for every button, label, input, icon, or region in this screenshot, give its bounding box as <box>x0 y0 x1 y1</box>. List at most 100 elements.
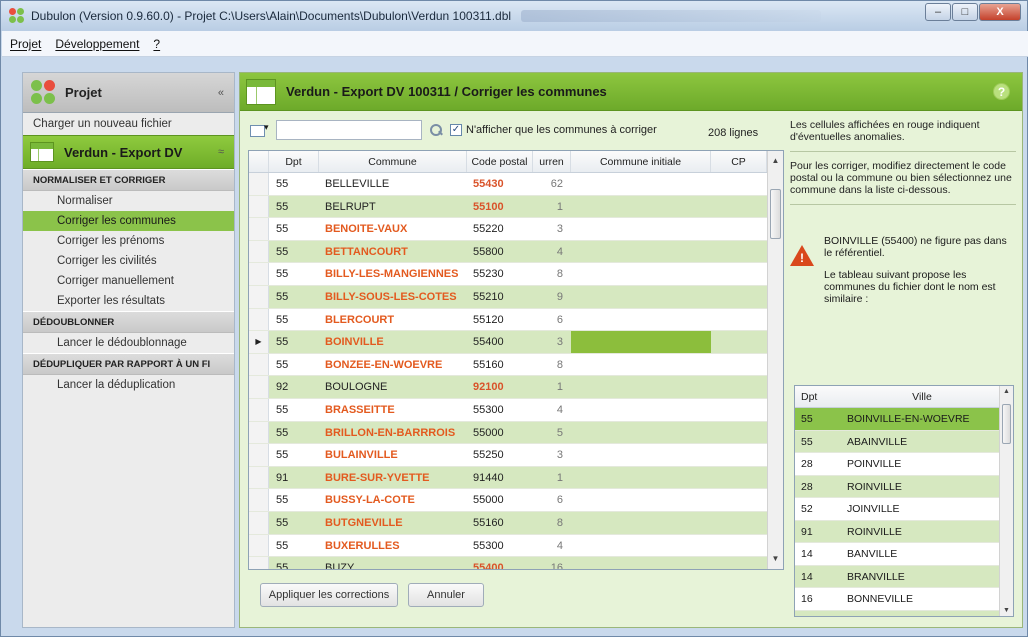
cell-cp[interactable] <box>711 173 767 195</box>
cell-occurrences[interactable]: 3 <box>533 444 571 466</box>
cell-commune-initiale[interactable] <box>571 399 711 421</box>
cell-code-postal[interactable]: 55000 <box>467 489 533 511</box>
cell-dpt[interactable]: 92 <box>269 376 319 398</box>
cell-cp[interactable] <box>711 286 767 308</box>
cell-occurrences[interactable]: 8 <box>533 512 571 534</box>
cell-code-postal[interactable]: 55800 <box>467 241 533 263</box>
cell-commune-initiale[interactable] <box>571 309 711 331</box>
cell-occurrences[interactable]: 1 <box>533 467 571 489</box>
cell-code-postal[interactable]: 55220 <box>467 218 533 240</box>
cell-dpt[interactable]: 55 <box>269 489 319 511</box>
cell-cp[interactable] <box>711 535 767 557</box>
list-item[interactable]: 14 BANVILLE <box>795 543 1013 566</box>
cell-commune[interactable]: BETTANCOURT <box>319 241 467 263</box>
apply-corrections-button[interactable]: Appliquer les corrections <box>260 583 398 607</box>
nav-corriger-manuellement[interactable]: Corriger manuellement <box>23 271 234 291</box>
cell-code-postal[interactable]: 55400 <box>467 331 533 353</box>
grid-scrollbar[interactable]: ▲ ▼ <box>767 151 783 569</box>
cell-code-postal[interactable]: 55400 <box>467 557 533 569</box>
cell-cp[interactable] <box>711 354 767 376</box>
cell-dpt[interactable]: 55 <box>269 173 319 195</box>
filter-checkbox[interactable]: ✓ <box>450 124 462 136</box>
table-row[interactable]: 55 BRILLON-EN-BARRROIS 55000 5 <box>249 421 769 445</box>
cell-commune[interactable]: BRASSEITTE <box>319 399 467 421</box>
cell-code-postal[interactable]: 55160 <box>467 512 533 534</box>
minimize-button[interactable]: – <box>925 3 951 21</box>
cell-commune-initiale[interactable] <box>571 467 711 489</box>
list-item[interactable]: 55 ABAINVILLE <box>795 430 1013 453</box>
table-row[interactable]: 55 BONZEE-EN-WOEVRE 55160 8 <box>249 353 769 377</box>
cell-dpt[interactable]: 55 <box>269 535 319 557</box>
cancel-button[interactable]: Annuler <box>408 583 484 607</box>
cell-code-postal[interactable]: 55210 <box>467 286 533 308</box>
scroll-thumb[interactable] <box>770 189 781 239</box>
cell-commune[interactable]: BUZY <box>319 557 467 569</box>
cell-commune-initiale[interactable] <box>571 422 711 444</box>
cell-commune-initiale[interactable] <box>571 241 711 263</box>
cell-dpt[interactable]: 55 <box>269 286 319 308</box>
table-row[interactable]: 55 BULAINVILLE 55250 3 <box>249 444 769 467</box>
cell-code-postal[interactable]: 55100 <box>467 196 533 218</box>
list-item[interactable]: 14 BRANVILLE <box>795 565 1013 588</box>
cell-commune-initiale[interactable] <box>571 444 711 466</box>
table-row[interactable]: ▶ 55 BOINVILLE 55400 3 <box>249 331 769 354</box>
cell-dpt[interactable]: 55 <box>269 557 319 569</box>
cell-commune[interactable]: BUTGNEVILLE <box>319 512 467 534</box>
cell-occurrences[interactable]: 8 <box>533 354 571 376</box>
cell-commune[interactable]: BUSSY-LA-COTE <box>319 489 467 511</box>
cell-commune-initiale[interactable] <box>571 512 711 534</box>
cell-commune[interactable]: BLERCOURT <box>319 309 467 331</box>
list-item[interactable]: 28 ROINVILLE <box>795 475 1013 498</box>
cell-code-postal[interactable]: 55250 <box>467 444 533 466</box>
table-row[interactable]: 55 BUZY 55400 16 <box>249 557 769 569</box>
cell-occurrences[interactable]: 1 <box>533 376 571 398</box>
nav-lancer-dedoublonnage[interactable]: Lancer le dédoublonnage <box>23 333 234 353</box>
cell-dpt[interactable]: 55 <box>269 196 319 218</box>
cell-commune[interactable]: BULAINVILLE <box>319 444 467 466</box>
table-row[interactable]: 55 BELLEVILLE 55430 62 <box>249 173 769 196</box>
cell-commune-initiale[interactable] <box>571 196 711 218</box>
list-item[interactable]: 16 BONNEVILLE <box>795 588 1013 611</box>
help-icon[interactable]: ? <box>993 83 1010 100</box>
scroll-up-icon[interactable]: ▲ <box>1000 388 1013 395</box>
cell-commune-initiale[interactable] <box>571 535 711 557</box>
search-input[interactable] <box>276 120 422 140</box>
cell-dpt[interactable]: 55 <box>269 263 319 285</box>
cell-commune-initiale[interactable] <box>571 263 711 285</box>
cell-commune[interactable]: BONZEE-EN-WOEVRE <box>319 354 467 376</box>
cell-cp[interactable] <box>711 218 767 240</box>
cell-code-postal[interactable]: 55230 <box>467 263 533 285</box>
similar-grid-scrollbar[interactable]: ▲ ▼ <box>999 386 1013 616</box>
col-occurrences[interactable]: urren <box>533 151 571 172</box>
menu-help[interactable]: ? <box>153 37 160 51</box>
cell-occurrences[interactable]: 62 <box>533 173 571 195</box>
col-cp[interactable]: CP <box>711 151 767 172</box>
scroll-thumb[interactable] <box>1002 404 1011 444</box>
cell-occurrences[interactable]: 3 <box>533 218 571 240</box>
cell-code-postal[interactable]: 91440 <box>467 467 533 489</box>
grid-menu-icon[interactable] <box>250 122 272 137</box>
cell-code-postal[interactable]: 92100 <box>467 376 533 398</box>
cell-dpt[interactable]: 91 <box>269 467 319 489</box>
cell-code-postal[interactable]: 55160 <box>467 354 533 376</box>
cell-occurrences[interactable]: 6 <box>533 309 571 331</box>
nav-normaliser[interactable]: Normaliser <box>23 191 234 211</box>
table-row[interactable]: 55 BUXERULLES 55300 4 <box>249 534 769 558</box>
col-commune[interactable]: Commune <box>319 151 467 172</box>
cell-code-postal[interactable]: 55300 <box>467 535 533 557</box>
cell-commune[interactable]: BRILLON-EN-BARRROIS <box>319 422 467 444</box>
search-icon[interactable] <box>428 122 444 138</box>
col-sim-dpt[interactable]: Dpt <box>795 386 839 407</box>
col-sim-ville[interactable]: Ville <box>839 386 997 407</box>
maximize-button[interactable]: □ <box>952 3 978 21</box>
table-row[interactable]: 55 BELRUPT 55100 1 <box>249 195 769 219</box>
cell-commune-initiale[interactable] <box>571 376 711 398</box>
cell-cp[interactable] <box>711 422 767 444</box>
cell-dpt[interactable]: 55 <box>269 331 319 353</box>
cell-commune[interactable]: BOINVILLE <box>319 331 467 353</box>
filter-label[interactable]: N'afficher que les communes à corriger <box>466 124 657 136</box>
scroll-down-icon[interactable]: ▼ <box>768 551 783 567</box>
cell-dpt[interactable]: 55 <box>269 399 319 421</box>
cell-cp[interactable] <box>711 376 767 398</box>
cell-commune-initiale[interactable] <box>571 354 711 376</box>
